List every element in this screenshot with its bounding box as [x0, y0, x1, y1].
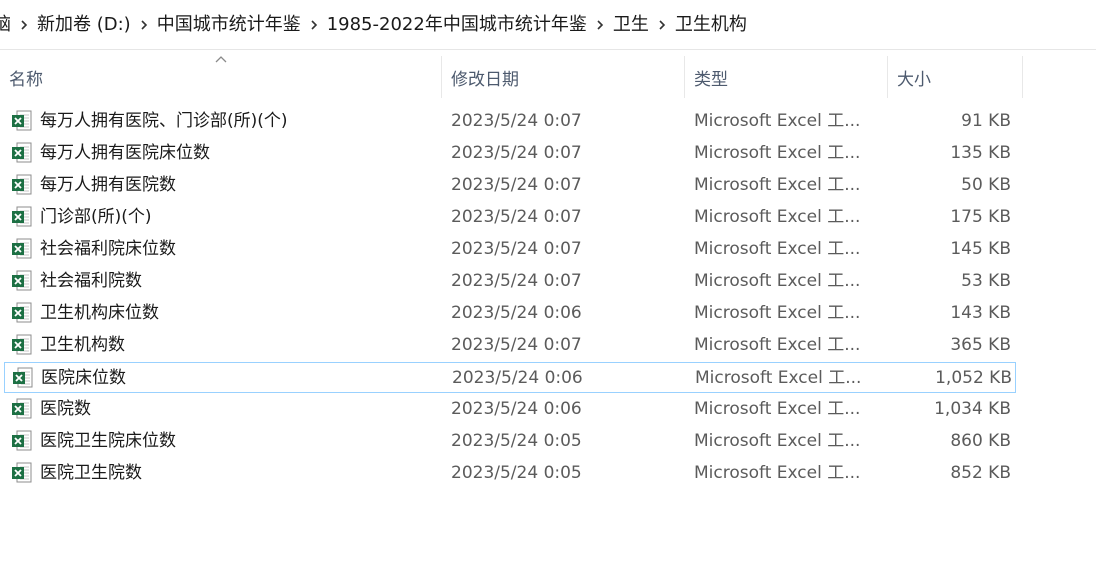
file-size: 143 KB: [950, 303, 1011, 323]
file-modified-date: 2023/5/24 0:07: [451, 175, 582, 195]
excel-file-icon: [13, 367, 33, 388]
breadcrumb-item-yearbook[interactable]: 中国城市统计年鉴: [155, 0, 303, 49]
file-size: 145 KB: [950, 239, 1011, 259]
file-name: 卫生机构床位数: [40, 303, 159, 323]
file-name: 每万人拥有医院、门诊部(所)(个): [40, 111, 288, 131]
file-row[interactable]: 每万人拥有医院床位数 2023/5/24 0:07 Microsoft Exce…: [4, 138, 1016, 169]
excel-file-icon: [12, 238, 32, 259]
file-type: Microsoft Excel 工...: [694, 143, 861, 163]
file-modified-date: 2023/5/24 0:06: [451, 303, 582, 323]
file-size: 53 KB: [961, 271, 1011, 291]
file-modified-date: 2023/5/24 0:07: [451, 111, 582, 131]
file-modified-date: 2023/5/24 0:05: [451, 431, 582, 451]
file-type: Microsoft Excel 工...: [694, 463, 861, 483]
excel-file-icon: [12, 398, 32, 419]
file-row[interactable]: 卫生机构床位数 2023/5/24 0:06 Microsoft Excel 工…: [4, 298, 1016, 329]
column-header-date[interactable]: 修改日期: [442, 56, 684, 98]
file-type: Microsoft Excel 工...: [694, 207, 861, 227]
column-header-size[interactable]: 大小: [888, 56, 1022, 98]
file-modified-date: 2023/5/24 0:07: [451, 335, 582, 355]
file-size: 1,034 KB: [934, 399, 1011, 419]
file-type: Microsoft Excel 工...: [694, 111, 861, 131]
file-type: Microsoft Excel 工...: [694, 175, 861, 195]
file-type: Microsoft Excel 工...: [694, 239, 861, 259]
file-size: 135 KB: [950, 143, 1011, 163]
file-name: 社会福利院床位数: [40, 239, 176, 259]
column-header-type[interactable]: 类型: [685, 56, 887, 98]
breadcrumb-item-current[interactable]: 卫生机构: [673, 0, 749, 49]
file-size: 175 KB: [950, 207, 1011, 227]
file-name: 门诊部(所)(个): [40, 207, 152, 227]
file-row[interactable]: 医院床位数 2023/5/24 0:06 Microsoft Excel 工..…: [4, 362, 1016, 393]
chevron-right-icon[interactable]: [133, 0, 155, 49]
chevron-right-icon[interactable]: [13, 0, 35, 49]
file-name: 医院卫生院床位数: [40, 431, 176, 451]
file-type: Microsoft Excel 工...: [694, 431, 861, 451]
breadcrumb: 脑 新加卷 (D:) 中国城市统计年鉴 1985-2022年中国城市统计年鉴 卫…: [0, 0, 1096, 50]
excel-file-icon: [12, 110, 32, 131]
file-row[interactable]: 医院数 2023/5/24 0:06 Microsoft Excel 工... …: [4, 394, 1016, 425]
excel-file-icon: [12, 142, 32, 163]
file-size: 1,052 KB: [935, 368, 1012, 388]
file-name: 每万人拥有医院数: [40, 175, 176, 195]
file-modified-date: 2023/5/24 0:06: [452, 368, 583, 388]
file-row[interactable]: 卫生机构数 2023/5/24 0:07 Microsoft Excel 工..…: [4, 330, 1016, 361]
file-type: Microsoft Excel 工...: [694, 271, 861, 291]
file-size: 91 KB: [961, 111, 1011, 131]
file-row[interactable]: 每万人拥有医院、门诊部(所)(个) 2023/5/24 0:07 Microso…: [4, 106, 1016, 137]
file-type: Microsoft Excel 工...: [694, 303, 861, 323]
file-row[interactable]: 每万人拥有医院数 2023/5/24 0:07 Microsoft Excel …: [4, 170, 1016, 201]
column-divider[interactable]: [1022, 56, 1023, 98]
file-modified-date: 2023/5/24 0:07: [451, 271, 582, 291]
excel-file-icon: [12, 174, 32, 195]
file-name: 医院床位数: [41, 368, 126, 388]
chevron-right-icon[interactable]: [651, 0, 673, 49]
file-row[interactable]: 社会福利院数 2023/5/24 0:07 Microsoft Excel 工.…: [4, 266, 1016, 297]
file-size: 860 KB: [950, 431, 1011, 451]
sort-ascending-icon: [215, 56, 227, 63]
file-row[interactable]: 门诊部(所)(个) 2023/5/24 0:07 Microsoft Excel…: [4, 202, 1016, 233]
file-size: 50 KB: [961, 175, 1011, 195]
excel-file-icon: [12, 334, 32, 355]
file-type: Microsoft Excel 工...: [694, 335, 861, 355]
breadcrumb-item-years[interactable]: 1985-2022年中国城市统计年鉴: [325, 0, 589, 49]
file-name: 医院数: [40, 399, 91, 419]
file-name: 卫生机构数: [40, 335, 125, 355]
file-modified-date: 2023/5/24 0:07: [451, 143, 582, 163]
chevron-right-icon[interactable]: [303, 0, 325, 49]
breadcrumb-item-drive[interactable]: 新加卷 (D:): [35, 0, 133, 49]
excel-file-icon: [12, 270, 32, 291]
file-type: Microsoft Excel 工...: [694, 399, 861, 419]
file-modified-date: 2023/5/24 0:05: [451, 463, 582, 483]
column-header-bar: 名称 修改日期 类型 大小: [0, 50, 1096, 102]
file-row[interactable]: 医院卫生院床位数 2023/5/24 0:05 Microsoft Excel …: [4, 426, 1016, 457]
file-row[interactable]: 社会福利院床位数 2023/5/24 0:07 Microsoft Excel …: [4, 234, 1016, 265]
excel-file-icon: [12, 302, 32, 323]
excel-file-icon: [12, 430, 32, 451]
file-size: 365 KB: [950, 335, 1011, 355]
breadcrumb-item-computer[interactable]: 脑: [0, 0, 13, 49]
file-row[interactable]: 医院卫生院数 2023/5/24 0:05 Microsoft Excel 工.…: [4, 458, 1016, 489]
file-type: Microsoft Excel 工...: [695, 368, 862, 388]
file-size: 852 KB: [950, 463, 1011, 483]
breadcrumb-item-health[interactable]: 卫生: [611, 0, 651, 49]
file-modified-date: 2023/5/24 0:07: [451, 207, 582, 227]
file-name: 每万人拥有医院床位数: [40, 143, 210, 163]
file-name: 医院卫生院数: [40, 463, 142, 483]
file-name: 社会福利院数: [40, 271, 142, 291]
excel-file-icon: [12, 462, 32, 483]
file-modified-date: 2023/5/24 0:07: [451, 239, 582, 259]
file-modified-date: 2023/5/24 0:06: [451, 399, 582, 419]
chevron-right-icon[interactable]: [589, 0, 611, 49]
excel-file-icon: [12, 206, 32, 227]
